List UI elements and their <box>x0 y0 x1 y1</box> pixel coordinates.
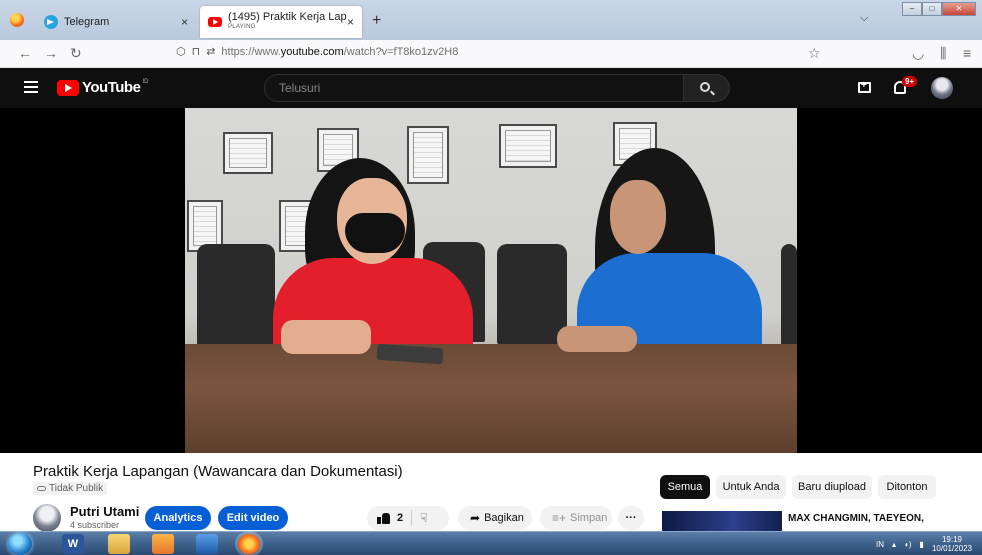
divider <box>411 510 413 526</box>
minimize-button[interactable]: – <box>902 2 922 16</box>
tab-playing-label: PLAYING <box>228 24 256 30</box>
volume-icon[interactable]: ◖) <box>904 540 912 549</box>
date: 10/01/2023 <box>931 544 972 553</box>
youtube-logo[interactable]: YouTube ID <box>57 79 148 96</box>
time: 19:19 <box>941 535 962 544</box>
hand <box>557 326 637 352</box>
library-icon[interactable]: ⫼ <box>940 45 946 62</box>
account-avatar[interactable] <box>931 77 953 99</box>
youtube-play-icon <box>57 79 79 96</box>
youtube-favicon-icon <box>208 17 222 27</box>
country-code: ID <box>142 79 149 85</box>
address-bar[interactable]: ⬡ ⊓ ⇄ https://www.youtube.com/watch?v=fT… <box>176 45 459 59</box>
privacy-badge: Tidak Publik <box>33 482 108 495</box>
search-box <box>264 74 684 102</box>
chip-watched[interactable]: Ditonton <box>878 475 936 499</box>
subscriber-count: 4 subscriber <box>70 520 120 530</box>
search-icon <box>700 82 710 92</box>
chip-all[interactable]: Semua <box>660 475 710 499</box>
forward-arrow-icon[interactable]: → <box>44 45 58 61</box>
pocket-icon[interactable]: ◡ <box>912 45 924 62</box>
firefox-icon[interactable] <box>10 13 24 27</box>
save-button[interactable]: ≡+ Simpan <box>540 506 612 530</box>
youtube-wordmark: YouTube <box>82 79 141 96</box>
chip-for-you[interactable]: Untuk Anda <box>716 475 786 499</box>
channel-name[interactable]: Putri Utami <box>70 504 139 519</box>
privacy-label: Tidak Publik <box>49 483 104 494</box>
analytics-button[interactable]: Analytics <box>145 506 211 530</box>
guide-menu-icon[interactable] <box>24 81 38 93</box>
chair <box>497 244 567 344</box>
language-indicator[interactable]: IN <box>876 540 884 549</box>
clock[interactable]: 19:19 10/01/2023 <box>932 535 972 553</box>
system-tray: IN ▴ ◖) ▮ 19:19 10/01/2023 <box>876 535 972 553</box>
start-button[interactable] <box>8 533 32 555</box>
file-explorer-icon[interactable] <box>108 534 130 554</box>
close-icon[interactable]: × <box>347 15 354 29</box>
video-title: Praktik Kerja Lapangan (Wawancara dan Do… <box>33 463 403 480</box>
chip-recently-uploaded[interactable]: Baru diupload <box>792 475 872 499</box>
create-video-icon[interactable] <box>858 80 871 93</box>
back-arrow-icon[interactable]: ← <box>18 45 32 61</box>
shield-icon[interactable]: ⬡ <box>176 45 186 58</box>
reload-icon[interactable]: ↻ <box>70 45 82 62</box>
word-taskbar-icon[interactable]: W <box>62 534 84 554</box>
wall-certificate <box>407 126 449 184</box>
network-icon[interactable]: ▮ <box>920 540 924 549</box>
more-actions-button[interactable]: ··· <box>618 506 644 530</box>
maximize-button[interactable]: □ <box>922 2 942 16</box>
wooden-table <box>185 344 797 453</box>
youtube-header: YouTube ID 9+ <box>0 68 982 108</box>
share-label: Bagikan <box>484 512 524 524</box>
url-host: youtube.com <box>280 45 344 58</box>
notification-badge: 9+ <box>902 76 918 87</box>
hamburger-menu-icon[interactable]: ≡ <box>963 45 971 61</box>
browser-nav-bar: ← → ↻ ⬡ ⊓ ⇄ https://www.youtube.com/watc… <box>0 40 982 68</box>
permissions-icon[interactable]: ⇄ <box>206 45 215 58</box>
close-icon[interactable]: × <box>181 15 188 29</box>
share-button[interactable]: ➦ Bagikan <box>458 506 532 530</box>
interviewee-face <box>610 180 666 254</box>
hand <box>281 320 371 354</box>
face-mask <box>345 213 405 253</box>
lock-icon[interactable]: ⊓ <box>192 45 201 58</box>
playlist-add-icon: ≡+ <box>552 511 567 525</box>
search-input[interactable] <box>265 75 683 101</box>
chrome-taskbar-icon[interactable] <box>152 534 174 554</box>
show-hidden-icons-icon[interactable]: ▴ <box>892 540 896 549</box>
telegram-icon <box>44 15 58 29</box>
thumbs-up-icon[interactable] <box>377 512 391 524</box>
new-tab-button[interactable]: + <box>372 12 381 30</box>
video-frame <box>185 108 797 453</box>
thumbs-down-icon[interactable]: ☟ <box>420 511 427 525</box>
edit-video-button[interactable]: Edit video <box>218 506 288 530</box>
tab-title: Telegram <box>64 16 110 28</box>
like-dislike-group: 2 ☟ <box>367 506 449 530</box>
url-prefix: https://www. <box>221 45 281 58</box>
share-arrow-icon: ➦ <box>470 511 481 525</box>
wall-certificate <box>223 132 273 174</box>
save-label: Simpan <box>570 512 608 524</box>
tab-telegram[interactable]: Telegram × <box>36 8 196 36</box>
windows-taskbar: W IN ▴ ◖) ▮ 19:19 10/01/2023 <box>0 531 982 555</box>
media-player-icon[interactable] <box>196 534 218 554</box>
tab-title: (1495) Praktik Kerja Lapangan ( <box>228 12 347 23</box>
wall-certificate <box>499 124 557 168</box>
bookmark-star-icon[interactable]: ☆ <box>808 45 821 62</box>
firefox-taskbar-icon[interactable] <box>238 534 260 554</box>
recommended-video-title[interactable]: MAX CHANGMIN, TAEYEON, <box>788 513 924 524</box>
url-path: /watch?v=fT8ko1zv2H8 <box>343 45 459 58</box>
window-controls: – □ ✕ <box>902 2 976 16</box>
link-icon <box>37 486 46 491</box>
tab-list-chevron-down-icon[interactable]: ⌵ <box>860 12 868 25</box>
browser-tab-strip: Telegram × (1495) Praktik Kerja Lapangan… <box>0 0 982 40</box>
tab-youtube[interactable]: (1495) Praktik Kerja Lapangan ( PLAYING … <box>200 6 362 38</box>
window-close-button[interactable]: ✕ <box>942 2 976 16</box>
chair <box>197 244 275 348</box>
chair <box>781 244 797 348</box>
like-count: 2 <box>397 512 404 524</box>
channel-avatar[interactable] <box>33 504 61 532</box>
search-button[interactable] <box>684 74 730 102</box>
video-player[interactable] <box>0 108 982 453</box>
